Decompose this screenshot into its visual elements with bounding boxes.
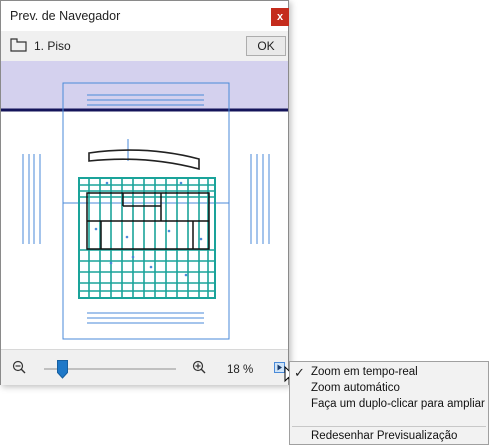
title-lines-bottom <box>87 312 204 324</box>
side-lines-left <box>22 154 41 244</box>
title-bar[interactable]: Prev. de Navegador x <box>1 1 289 31</box>
menu-separator <box>292 426 486 427</box>
toolbar: 1. Piso OK <box>1 31 288 61</box>
ok-button[interactable]: OK <box>246 36 286 56</box>
menu-item-redraw-preview[interactable]: Redesenhar Previsualização <box>311 430 457 442</box>
menu-item-double-click-zoom[interactable]: Faça um duplo-clicar para ampliar <box>311 398 485 410</box>
menu-item-realtime-zoom[interactable]: Zoom em tempo-real <box>311 366 418 378</box>
checkmark-icon: ✓ <box>294 365 305 380</box>
menu-item-auto-zoom[interactable]: Zoom automático <box>311 382 400 394</box>
preview-canvas[interactable] <box>1 61 288 349</box>
window-title: Prev. de Navegador <box>10 9 121 23</box>
close-button[interactable]: x <box>271 8 289 26</box>
curved-roof <box>88 149 200 171</box>
sheet-frame <box>62 82 230 340</box>
zoom-slider-thumb[interactable] <box>57 360 68 382</box>
side-lines-right <box>250 154 270 244</box>
view-band <box>1 61 288 109</box>
zoom-options-menu: ✓ Zoom em tempo-real Zoom automático Faç… <box>289 361 489 445</box>
zoom-in-icon[interactable] <box>192 360 206 377</box>
floor-label: 1. Piso <box>34 39 71 53</box>
walls <box>86 192 210 250</box>
structure-columns <box>88 178 209 298</box>
floor-plan-icon <box>10 37 28 56</box>
status-bar: 18 % <box>1 349 288 385</box>
zoom-percent-label: 18 % <box>227 364 254 376</box>
zoom-out-icon[interactable] <box>12 360 26 377</box>
navigator-preview-window: Prev. de Navegador x 1. Piso OK 18 % <box>0 0 289 385</box>
